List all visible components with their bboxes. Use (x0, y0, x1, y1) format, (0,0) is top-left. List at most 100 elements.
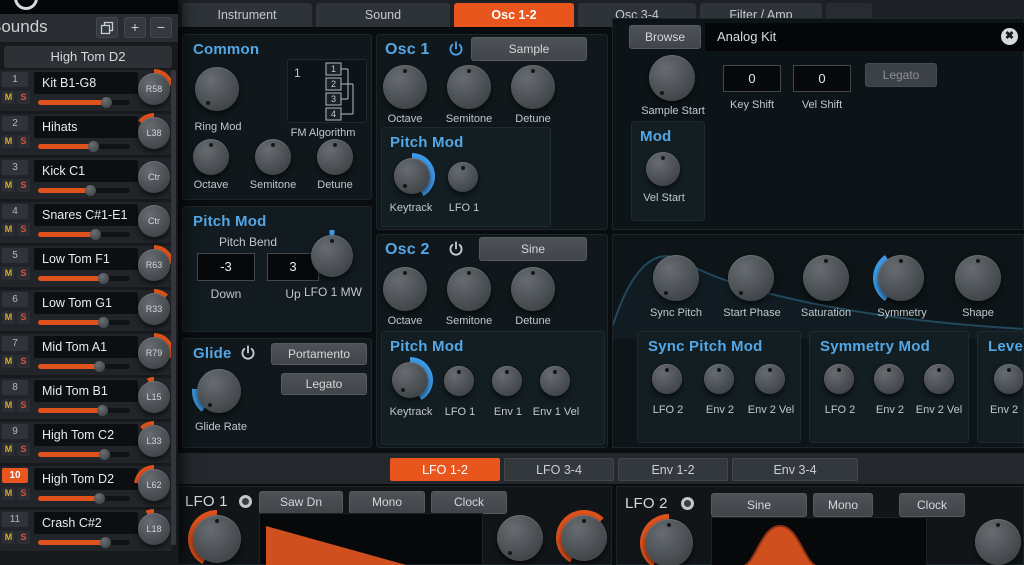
sidebar-scrollbar[interactable] (171, 70, 176, 545)
sample-start-knob[interactable] (649, 55, 695, 101)
level-slider[interactable] (38, 408, 130, 413)
sound-name[interactable]: Crash C#2 (34, 512, 138, 534)
pan-knob[interactable]: R58 (138, 73, 170, 105)
mute-button[interactable]: M (2, 531, 15, 544)
osc2-octave-knob[interactable] (383, 267, 427, 311)
osc2-detune-knob[interactable] (511, 267, 555, 311)
sound-name[interactable]: Low Tom F1 (34, 248, 138, 270)
solo-button[interactable]: S (17, 399, 30, 412)
tab-sound[interactable]: Sound (316, 3, 450, 27)
solo-button[interactable]: S (17, 311, 30, 324)
solo-button[interactable]: S (17, 355, 30, 368)
level-env2-knob[interactable] (994, 364, 1024, 394)
key-shift-value[interactable]: 0 (723, 65, 781, 92)
sound-row[interactable]: 7 M S Mid Tom A1 R79 (0, 334, 172, 375)
remove-sound-button[interactable]: − (150, 17, 172, 38)
sound-row[interactable]: 6 M S Low Tom G1 R33 (0, 290, 172, 331)
level-slider[interactable] (38, 496, 130, 501)
close-icon[interactable]: ✖ (1001, 28, 1018, 45)
level-slider[interactable] (38, 320, 130, 325)
tab-env-1-2[interactable]: Env 1-2 (618, 458, 728, 481)
shape-knob[interactable] (955, 255, 1001, 301)
osc1-octave-knob[interactable] (383, 65, 427, 109)
pan-knob[interactable]: R33 (138, 293, 170, 325)
common-detune-knob[interactable] (317, 139, 353, 175)
browse-button[interactable]: Browse (629, 25, 701, 49)
lfo2-rate-knob[interactable] (645, 519, 693, 565)
lfo2-wave-button[interactable]: Sine (711, 493, 807, 517)
pan-knob[interactable]: L38 (138, 117, 170, 149)
level-slider[interactable] (38, 276, 130, 281)
tab-osc-1-2[interactable]: Osc 1-2 (454, 3, 574, 27)
mute-button[interactable]: M (2, 355, 15, 368)
pan-knob[interactable]: L33 (138, 425, 170, 457)
sound-name[interactable]: Snares C#1-E1 (34, 204, 138, 226)
tab-lfo-3-4[interactable]: LFO 3-4 (504, 458, 614, 481)
pitch-bend-down-value[interactable]: -3 (197, 253, 255, 281)
lfo2-depth-knob[interactable] (975, 519, 1021, 565)
sound-name[interactable]: Kick C1 (34, 160, 138, 182)
sound-name[interactable]: Mid Tom B1 (34, 380, 138, 402)
add-sound-button[interactable]: + (124, 17, 146, 38)
fm-algorithm-display[interactable]: 1 1234 (287, 59, 367, 123)
osc1-keytrack-knob[interactable] (394, 158, 430, 194)
osc2-lfo1-knob[interactable] (444, 366, 474, 396)
mute-button[interactable]: M (2, 443, 15, 456)
symmetry-knob[interactable] (878, 255, 924, 301)
mute-button[interactable]: M (2, 91, 15, 104)
tab-env-3-4[interactable]: Env 3-4 (732, 458, 858, 481)
symmetry-lfo2-knob[interactable] (824, 364, 854, 394)
glide-rate-knob[interactable] (197, 369, 241, 413)
lfo1-depth-knob[interactable] (497, 515, 543, 561)
kit-name-field[interactable]: Analog Kit (705, 23, 1024, 51)
level-slider[interactable] (38, 188, 130, 193)
glide-power-icon[interactable] (239, 344, 257, 362)
symmetry-env2-knob[interactable] (874, 364, 904, 394)
osc2-env1-knob[interactable] (492, 366, 522, 396)
start-phase-knob[interactable] (728, 255, 774, 301)
solo-button[interactable]: S (17, 487, 30, 500)
sound-name[interactable]: High Tom D2 (34, 468, 138, 490)
solo-button[interactable]: S (17, 91, 30, 104)
sync-env2-vel-knob[interactable] (755, 364, 785, 394)
sound-row[interactable]: 1 M S Kit B1-G8 R58 (0, 70, 172, 111)
mute-button[interactable]: M (2, 223, 15, 236)
sync-pitch-knob[interactable] (653, 255, 699, 301)
lfo1-clock-button[interactable]: Clock (431, 491, 507, 514)
solo-button[interactable]: S (17, 135, 30, 148)
sound-row[interactable]: 8 M S Mid Tom B1 L15 (0, 378, 172, 419)
lfo2-led-icon[interactable] (681, 497, 694, 510)
lfo1-smooth-knob[interactable] (561, 515, 607, 561)
solo-button[interactable]: S (17, 267, 30, 280)
lfo1-mw-knob[interactable] (311, 235, 353, 277)
osc2-keytrack-knob[interactable] (392, 362, 428, 398)
lfo1-led-icon[interactable] (239, 495, 252, 508)
sound-row[interactable]: 10 M S High Tom D2 L62 (0, 466, 172, 507)
lfo2-clock-button[interactable]: Clock (899, 493, 965, 517)
sound-name[interactable]: Hihats (34, 116, 138, 138)
osc2-semitone-knob[interactable] (447, 267, 491, 311)
sound-row[interactable]: 5 M S Low Tom F1 R63 (0, 246, 172, 287)
glide-legato-button[interactable]: Legato (281, 373, 367, 395)
osc1-power-icon[interactable] (447, 40, 465, 58)
sample-legato-button[interactable]: Legato (865, 63, 937, 87)
sync-lfo2-knob[interactable] (652, 364, 682, 394)
osc1-detune-knob[interactable] (511, 65, 555, 109)
pan-knob[interactable]: L62 (138, 469, 170, 501)
osc2-wave-button[interactable]: Sine (479, 237, 587, 261)
pan-knob[interactable]: R63 (138, 249, 170, 281)
sound-name[interactable]: High Tom C2 (34, 424, 138, 446)
level-slider[interactable] (38, 144, 130, 149)
selected-sound-name[interactable]: High Tom D2 (4, 46, 172, 68)
solo-button[interactable]: S (17, 179, 30, 192)
level-slider[interactable] (38, 540, 130, 545)
duplicate-sound-button[interactable] (96, 17, 118, 38)
lfo1-wave-button[interactable]: Saw Dn (259, 491, 343, 514)
level-slider[interactable] (38, 452, 130, 457)
level-slider[interactable] (38, 100, 130, 105)
common-semitone-knob[interactable] (255, 139, 291, 175)
vel-start-knob[interactable] (646, 152, 680, 186)
tab-lfo-1-2[interactable]: LFO 1-2 (390, 458, 500, 481)
sound-row[interactable]: 2 M S Hihats L38 (0, 114, 172, 155)
mute-button[interactable]: M (2, 311, 15, 324)
